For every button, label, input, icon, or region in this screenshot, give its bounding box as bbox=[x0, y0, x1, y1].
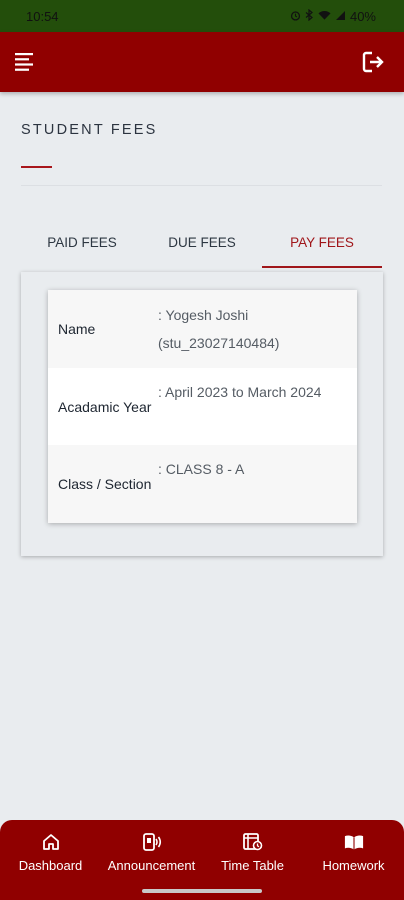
nav-label: Announcement bbox=[107, 858, 196, 873]
home-icon bbox=[41, 832, 61, 852]
fee-tabs: PAID FEES DUE FEES PAY FEES bbox=[22, 222, 382, 268]
tab-due-fees[interactable]: DUE FEES bbox=[142, 222, 262, 268]
wifi-icon bbox=[318, 9, 331, 24]
home-indicator[interactable] bbox=[142, 889, 262, 893]
logout-icon[interactable] bbox=[362, 51, 384, 73]
alarm-icon bbox=[290, 9, 301, 24]
status-icons: 40% bbox=[290, 8, 376, 24]
title-underline bbox=[21, 166, 52, 168]
info-label: Class / Section bbox=[58, 476, 152, 492]
status-bar: 10:54 40% bbox=[0, 0, 404, 32]
nav-homework[interactable]: Homework bbox=[303, 820, 404, 900]
status-time: 10:54 bbox=[26, 8, 59, 24]
nav-time-table[interactable]: Time Table bbox=[202, 820, 303, 900]
info-value: : CLASS 8 - A bbox=[158, 461, 245, 477]
timetable-icon bbox=[242, 832, 263, 852]
info-row-name: Name : Yogesh Joshi (stu_23027140484) bbox=[48, 290, 357, 368]
info-row-class-section: Class / Section : CLASS 8 - A bbox=[48, 445, 357, 523]
info-value: : Yogesh Joshi (stu_23027140484) bbox=[158, 307, 280, 351]
menu-icon[interactable] bbox=[14, 51, 36, 73]
info-row-academic-year: Acadamic Year : April 2023 to March 2024 bbox=[48, 368, 357, 445]
student-info-card: Name : Yogesh Joshi (stu_23027140484) Ac… bbox=[48, 290, 357, 523]
info-label: Name bbox=[58, 321, 96, 337]
tab-paid-fees[interactable]: PAID FEES bbox=[22, 222, 142, 268]
signal-icon bbox=[335, 9, 346, 24]
tab-pay-fees[interactable]: PAY FEES bbox=[262, 222, 382, 268]
announcement-icon bbox=[142, 832, 162, 852]
title-divider bbox=[21, 185, 382, 186]
nav-label: Dashboard bbox=[18, 858, 83, 873]
app-bar bbox=[0, 32, 404, 92]
info-label: Acadamic Year bbox=[58, 398, 152, 415]
info-value: : April 2023 to March 2024 bbox=[158, 384, 322, 400]
battery-percent: 40% bbox=[349, 8, 376, 24]
nav-dashboard[interactable]: Dashboard bbox=[0, 820, 101, 900]
bottom-nav: Dashboard Announcement Time Table Homewo… bbox=[0, 820, 404, 900]
bluetooth-icon bbox=[305, 8, 314, 24]
nav-label: Time Table bbox=[221, 858, 284, 873]
nav-announcement[interactable]: Announcement bbox=[101, 820, 202, 900]
book-icon bbox=[344, 832, 364, 852]
page-title: STUDENT FEES bbox=[21, 122, 158, 138]
nav-label: Homework bbox=[322, 858, 385, 873]
